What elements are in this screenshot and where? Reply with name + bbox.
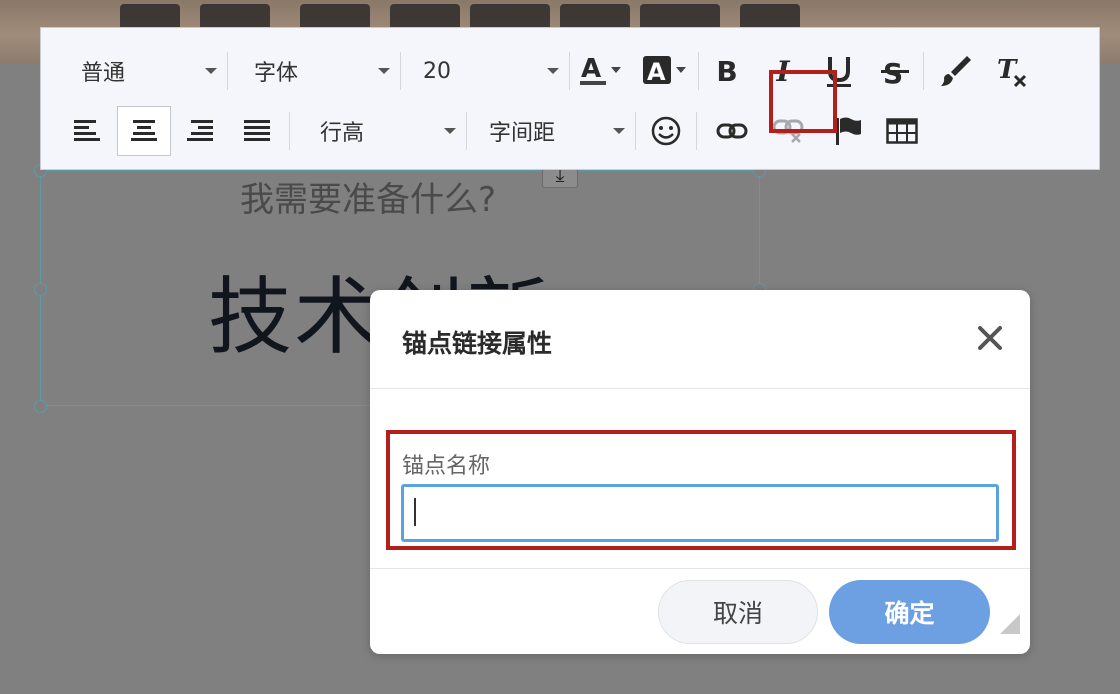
resize-handle[interactable] [34,400,47,413]
font-color-icon: A [580,54,621,85]
dialog-divider [370,568,1030,569]
strikethrough-button[interactable]: S [867,46,923,96]
font-size-dropdown[interactable]: 20 [401,49,569,93]
cancel-button[interactable]: 取消 [658,580,818,644]
emoji-button[interactable] [636,106,696,156]
slide-subtitle: 我需要准备什么? [240,180,497,220]
align-justify-icon [244,120,270,141]
letter-spacing-dropdown[interactable]: 字间距 [467,109,635,153]
text-cursor [414,498,416,526]
letter-spacing-value: 字间距 [489,121,556,146]
align-center-button[interactable] [117,106,171,156]
line-height-value: 行高 [320,121,365,146]
strikethrough-icon: S [881,57,909,89]
anchor-name-label: 锚点名称 [402,454,491,479]
background-color-button[interactable]: A [634,46,698,96]
insert-table-button[interactable] [879,106,925,156]
align-right-button[interactable] [171,106,229,156]
anchor-button-highlight [769,70,837,133]
resize-handle[interactable] [34,283,47,296]
paragraph-format-dropdown[interactable]: 普通 [41,49,227,93]
clear-format-icon: T [997,55,1027,88]
chevron-down-icon [205,68,217,74]
confirm-button[interactable]: 确定 [829,580,990,644]
font-family-dropdown[interactable]: 字体 [228,49,400,93]
format-painter-button[interactable] [924,46,984,96]
align-right-icon [187,120,213,141]
chevron-down-icon [444,128,456,134]
align-justify-button[interactable] [229,106,285,156]
align-left-button[interactable] [57,106,117,156]
dialog-divider [370,388,1030,389]
svg-text:A: A [581,54,601,84]
font-color-button[interactable]: A [570,46,634,96]
anchor-name-input[interactable] [401,484,999,542]
chevron-down-icon [613,128,625,134]
svg-text:T: T [997,55,1018,85]
table-icon [886,118,918,144]
dialog-title: 锚点链接属性 [402,329,553,358]
paint-brush-icon [941,56,971,86]
align-left-icon [74,120,100,141]
close-icon[interactable] [976,324,1004,352]
dialog-resize-grip[interactable] [1000,614,1020,634]
anchor-link-dialog: 锚点链接属性 锚点名称 取消 确定 [370,290,1030,654]
chevron-down-icon [378,68,390,74]
align-center-icon [131,120,157,141]
font-family-value: 字体 [254,61,299,86]
link-icon [716,123,748,139]
insert-link-button[interactable] [697,106,767,156]
flag-icon [836,117,861,145]
line-height-dropdown[interactable]: 行高 [290,109,466,153]
background-color-icon: A [643,56,686,86]
bold-icon: B [716,54,738,88]
svg-text:A: A [647,58,666,86]
clear-format-button[interactable]: T [984,46,1040,96]
paragraph-format-value: 普通 [81,61,126,86]
rich-text-toolbar: 普通 字体 20 A A B I T 行高 字间距 [40,27,1100,170]
emoji-icon [651,116,681,146]
chevron-down-icon [547,68,559,74]
font-size-value: 20 [423,58,451,84]
bold-button[interactable]: B [699,46,755,96]
